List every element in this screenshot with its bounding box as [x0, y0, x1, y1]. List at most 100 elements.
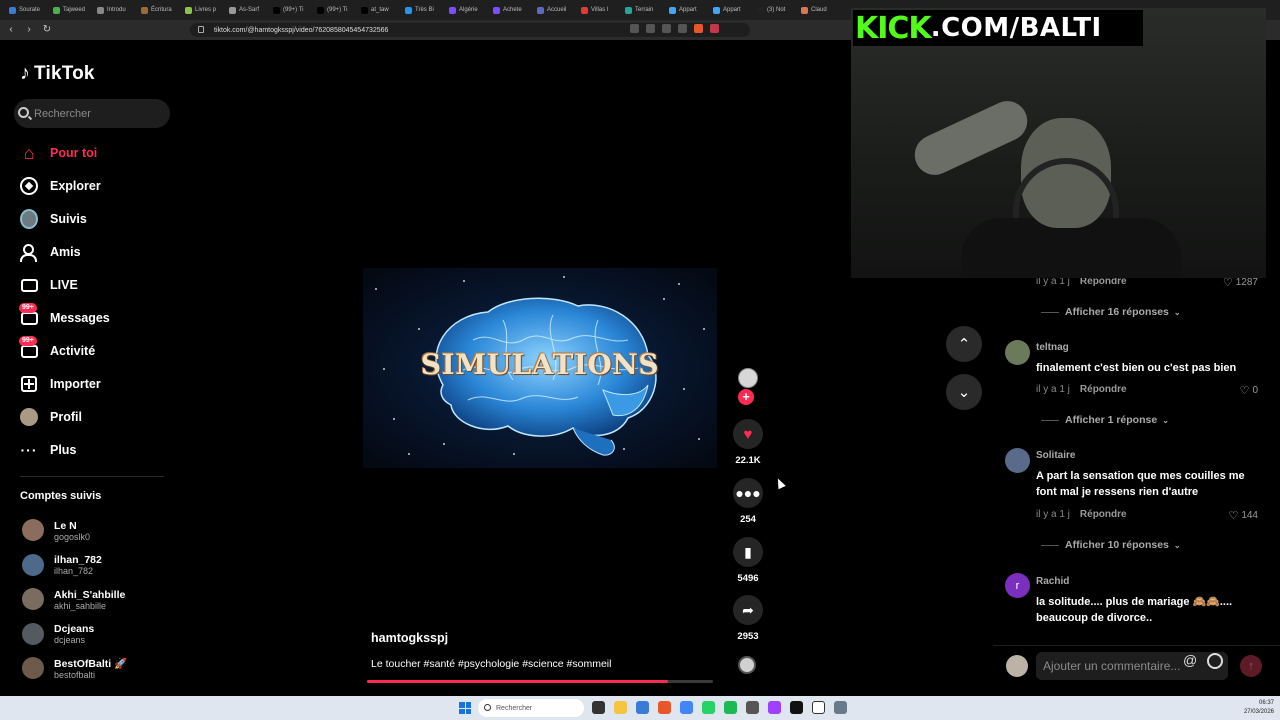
sidebar-item-profil[interactable]: Profil	[0, 400, 180, 433]
followed-avatar	[22, 657, 44, 679]
commenter-avatar[interactable]: r	[1005, 573, 1030, 598]
system-clock[interactable]: 06:37 27/03/2026	[1236, 699, 1274, 717]
save-button[interactable]: ▮ 5496	[732, 537, 764, 584]
emoji-icon[interactable]	[1207, 653, 1223, 669]
search-input[interactable]: Rechercher	[14, 99, 170, 128]
comment-like-button[interactable]: ♡ 0	[1240, 384, 1258, 397]
sidebar-item-live[interactable]: LIVE	[0, 268, 180, 301]
browser-tab[interactable]: Achete	[490, 0, 534, 20]
translate-icon[interactable]	[630, 24, 639, 33]
sidebar-item-activite[interactable]: Activité 99+	[0, 334, 180, 367]
reply-button[interactable]: Répondre	[1080, 278, 1127, 287]
reply-button[interactable]: Répondre	[1080, 384, 1127, 395]
follow-plus-icon[interactable]: +	[738, 389, 754, 405]
comment-button[interactable]: ●●● 254	[732, 478, 764, 525]
music-disc-icon[interactable]	[738, 656, 756, 674]
sidebar-item-amis[interactable]: Amis	[0, 235, 180, 268]
comment-input[interactable]: Ajouter un commentaire...	[1036, 652, 1228, 680]
task-view-icon[interactable]	[592, 701, 605, 714]
comment-like-button[interactable]: ♡ 144	[1228, 509, 1258, 522]
browser-tab[interactable]: (99+) Ti	[270, 0, 314, 20]
browser-tab[interactable]: (3) Not	[754, 0, 798, 20]
browser-tab[interactable]: Accueil	[534, 0, 578, 20]
forward-icon[interactable]: ›	[22, 23, 36, 37]
followed-account[interactable]: Le Ngogoslk0	[20, 514, 180, 549]
creator-avatar[interactable]	[738, 368, 758, 388]
browser-tab[interactable]: Appart	[666, 0, 710, 20]
send-comment-button[interactable]: ↑	[1240, 655, 1262, 677]
windows-start-icon[interactable]	[459, 702, 471, 714]
browser-tab[interactable]: Sourate	[6, 0, 50, 20]
commenter-name[interactable]: teltnag	[1036, 342, 1069, 353]
browser-tab[interactable]: Introdu	[94, 0, 138, 20]
sidebar-item-importer[interactable]: Importer	[0, 367, 180, 400]
followed-account[interactable]: BestOfBalti 🚀 bestofbalti	[20, 652, 180, 687]
next-video-button[interactable]: ⌄	[946, 374, 982, 410]
chrome-icon[interactable]	[680, 701, 693, 714]
back-icon[interactable]: ‹	[4, 23, 18, 37]
followed-account[interactable]: Akhi_S'ahbille akhi_sahbille	[20, 583, 180, 618]
notion-icon[interactable]	[812, 701, 825, 714]
browser-tab[interactable]: (99+) Ti	[314, 0, 358, 20]
brave-shield-icon[interactable]	[694, 24, 703, 33]
messenger-icon[interactable]	[768, 701, 781, 714]
comment-text: A part la sensation que mes couilles me …	[1036, 470, 1245, 498]
share-button[interactable]: ➦ 2953	[732, 595, 764, 642]
browser-tab[interactable]: Très Bi	[402, 0, 446, 20]
show-replies-button[interactable]: Afficher 10 réponses ⌄	[1041, 539, 1181, 551]
mention-icon[interactable]: @	[1183, 652, 1197, 668]
show-replies-button[interactable]: Afficher 16 réponses ⌄	[1041, 306, 1181, 318]
commenter-avatar[interactable]	[1005, 448, 1030, 473]
tiktok-logo[interactable]: ♪ TikTok	[20, 62, 95, 85]
video-author[interactable]: hamtogksspj	[371, 631, 448, 645]
replies-line	[1041, 544, 1059, 546]
sidebar-item-explorer[interactable]: Explorer	[0, 169, 180, 202]
video-player[interactable]: SIMULATIONS	[363, 268, 717, 468]
zoom-icon[interactable]	[662, 24, 671, 33]
files-icon[interactable]	[636, 701, 649, 714]
settings-icon[interactable]	[834, 701, 847, 714]
tiktok-app-icon[interactable]	[790, 701, 803, 714]
reload-icon[interactable]: ↻	[40, 23, 54, 37]
followed-account[interactable]: Dcjeans dcjeans	[20, 618, 180, 653]
sidebar-item-plus[interactable]: ··· Plus	[0, 433, 180, 466]
spotify-icon[interactable]	[724, 701, 737, 714]
sidebar-item-messages[interactable]: Messages 99+	[0, 301, 180, 334]
sidebar-item-pour-toi[interactable]: ⌂ Pour toi	[0, 136, 180, 169]
video-caption: Le toucher #santé #psychologie #science …	[371, 658, 612, 670]
followed-name: ilhan_782	[54, 554, 102, 567]
browser-tab[interactable]: Livres p	[182, 0, 226, 20]
brave-rewards-icon[interactable]	[710, 24, 719, 33]
reply-button[interactable]: Répondre	[1080, 509, 1127, 520]
taskbar-search[interactable]: Rechercher	[478, 699, 584, 717]
file-explorer-icon[interactable]	[614, 701, 627, 714]
video-progress-bar[interactable]	[367, 680, 713, 683]
browser-tab[interactable]: Écritura	[138, 0, 182, 20]
browser-tab[interactable]: Tajweed	[50, 0, 94, 20]
commenter-avatar[interactable]	[1005, 340, 1030, 365]
bookmark-star-icon[interactable]	[678, 24, 687, 33]
show-replies-button[interactable]: Afficher 1 réponse ⌄	[1041, 414, 1169, 426]
commenter-name[interactable]: Solitaire	[1036, 450, 1075, 461]
like-button[interactable]: ♥ 22.1K	[732, 419, 764, 466]
browser-tab[interactable]: Terrain	[622, 0, 666, 20]
browser-tab[interactable]: Claud	[798, 0, 842, 20]
browser-tab[interactable]: Appart	[710, 0, 754, 20]
address-bar-icons	[630, 24, 719, 33]
followed-account[interactable]: ilhan_782 ilhan_782	[20, 549, 180, 584]
commenter-name[interactable]: Rachid	[1036, 576, 1069, 587]
previous-video-button[interactable]: ⌃	[946, 326, 982, 362]
browser-tab[interactable]: As-Sarf	[226, 0, 270, 20]
followed-names: Dcjeans dcjeans	[54, 623, 94, 646]
comment-like-button[interactable]: ♡ 1287	[1223, 278, 1258, 289]
app-icon[interactable]	[746, 701, 759, 714]
comment-meta: il y a 1 j Répondre	[1036, 509, 1127, 520]
browser-tab[interactable]: Algérie	[446, 0, 490, 20]
star-dot	[698, 438, 700, 440]
whatsapp-icon[interactable]	[702, 701, 715, 714]
browser-tab[interactable]: Villas I	[578, 0, 622, 20]
browser-tab[interactable]: at_taw	[358, 0, 402, 20]
sidebar-item-suivis[interactable]: Suivis	[0, 202, 180, 235]
install-icon[interactable]	[646, 24, 655, 33]
brave-browser-icon[interactable]	[658, 701, 671, 714]
